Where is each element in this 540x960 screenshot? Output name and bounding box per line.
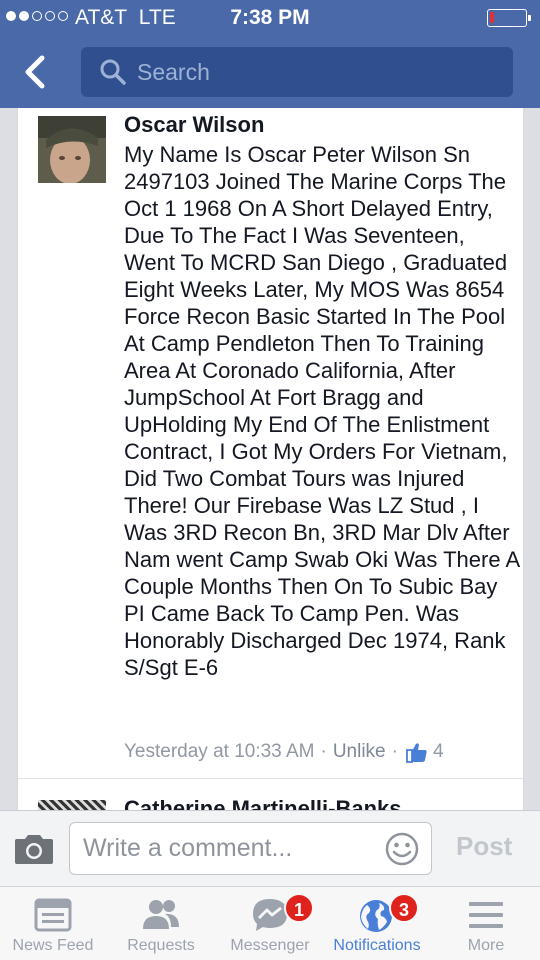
menu-icon — [469, 902, 503, 928]
comment-card: Oscar Wilson My Name Is Oscar Peter Wils… — [17, 108, 524, 810]
like-count[interactable]: 4 — [433, 741, 444, 763]
comment-text: My Name Is Oscar Peter Wilson Sn 2497103… — [124, 142, 519, 680]
avatar[interactable] — [38, 116, 106, 183]
chevron-left-icon — [25, 55, 45, 89]
back-button[interactable] — [20, 52, 56, 92]
comment-input[interactable]: Write a comment... — [69, 822, 432, 875]
tab-news-feed[interactable]: News Feed — [0, 887, 106, 960]
tab-label: Messenger — [230, 937, 310, 954]
tab-requests[interactable]: Requests — [108, 887, 214, 960]
tab-bar: News Feed Requests 1 Messenger 3 Notific… — [0, 886, 540, 960]
comment-feed[interactable]: Oscar Wilson My Name Is Oscar Peter Wils… — [0, 108, 540, 810]
thumbs-up-icon[interactable] — [406, 741, 428, 763]
unlike-button[interactable]: Unlike — [333, 741, 386, 763]
tab-label: News Feed — [12, 937, 94, 954]
comment-timestamp: Yesterday at 10:33 AM — [124, 741, 315, 762]
avatar[interactable] — [38, 800, 106, 810]
comment-author[interactable]: Oscar Wilson — [124, 112, 264, 138]
comment-composer: Write a comment... Post — [0, 810, 540, 886]
clock: 7:38 PM — [230, 6, 310, 29]
tab-notifications[interactable]: 3 Notifications — [324, 887, 430, 960]
camera-icon[interactable] — [13, 833, 55, 865]
friend-requests-icon — [143, 900, 179, 929]
battery-icon — [487, 9, 531, 27]
separator-dot: · — [391, 741, 398, 762]
tab-label: More — [467, 937, 505, 954]
tab-label: Requests — [127, 937, 195, 954]
search-icon — [100, 59, 126, 85]
post-button[interactable]: Post — [456, 831, 512, 862]
smiley-icon[interactable] — [385, 832, 419, 866]
search-placeholder: Search — [137, 58, 210, 85]
profile-photo — [38, 116, 106, 183]
tab-messenger[interactable]: 1 Messenger — [216, 887, 324, 960]
tab-label: Notifications — [333, 937, 421, 954]
notification-badge: 1 — [284, 893, 314, 923]
divider — [18, 778, 523, 779]
status-bar: AT&T LTE 7:38 PM — [0, 0, 540, 36]
comment-author[interactable]: Catherine Martinelli-Banks — [124, 796, 402, 810]
tab-more[interactable]: More — [432, 887, 540, 960]
comment-meta: Yesterday at 10:33 AM · Unlike · 4 — [124, 741, 444, 763]
search-input[interactable]: Search — [81, 47, 513, 97]
separator-dot: · — [320, 741, 327, 762]
comment-placeholder: Write a comment... — [83, 834, 293, 862]
news-feed-icon — [34, 898, 72, 932]
notification-badge: 3 — [389, 893, 419, 923]
navigation-bar: Search — [0, 36, 540, 108]
